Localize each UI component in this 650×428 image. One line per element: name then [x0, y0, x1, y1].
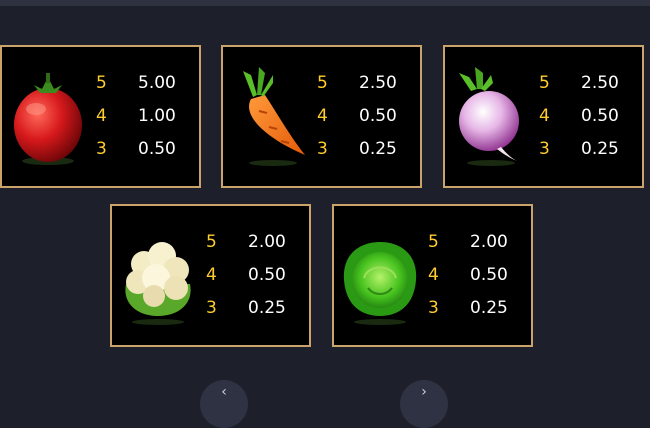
paytable-card-cauliflower: 5 2.00 4 0.50 3 0.25	[110, 204, 311, 347]
chevron-left-icon: ‹	[221, 384, 227, 400]
chevron-right-icon: ›	[421, 384, 427, 400]
paytable-card-turnip: 5 2.50 4 0.50 3 0.25	[443, 45, 644, 188]
paytable-card-carrot: 5 2.50 4 0.50 3 0.25	[221, 45, 422, 188]
symbol-count: 4	[206, 265, 217, 285]
symbol-count: 3	[96, 139, 107, 159]
payout-value: 0.50	[581, 106, 619, 126]
symbol-count: 3	[317, 139, 328, 159]
next-page-button[interactable]: ›	[400, 380, 448, 428]
symbol-count: 5	[317, 73, 328, 93]
paytable-card-cabbage: 5 2.00 4 0.50 3 0.25	[332, 204, 533, 347]
tomato-icon	[14, 73, 82, 165]
turnip-icon	[459, 67, 519, 166]
cauliflower-icon	[125, 242, 191, 325]
symbol-count: 4	[539, 106, 550, 126]
payout-value: 1.00	[138, 106, 176, 126]
payout-value: 0.25	[581, 139, 619, 159]
symbol-count: 3	[539, 139, 550, 159]
symbol-count: 3	[206, 298, 217, 318]
cabbage-icon	[343, 242, 417, 325]
paytable-card-tomato: 5 5.00 4 1.00 3 0.50	[0, 45, 201, 188]
payout-value: 2.50	[359, 73, 397, 93]
symbol-count: 5	[96, 73, 107, 93]
payout-value: 5.00	[138, 73, 176, 93]
payout-value: 0.50	[470, 265, 508, 285]
carrot-icon	[243, 67, 305, 166]
symbol-count: 4	[96, 106, 107, 126]
symbol-count: 5	[206, 232, 217, 252]
symbol-count: 5	[539, 73, 550, 93]
payout-value: 2.50	[581, 73, 619, 93]
symbol-count: 4	[428, 265, 439, 285]
symbol-count: 5	[428, 232, 439, 252]
previous-page-button[interactable]: ‹	[200, 380, 248, 428]
payout-value: 0.50	[138, 139, 176, 159]
top-bar	[0, 0, 650, 6]
symbol-count: 3	[428, 298, 439, 318]
payout-value: 2.00	[470, 232, 508, 252]
payout-value: 0.25	[470, 298, 508, 318]
payout-value: 0.50	[359, 106, 397, 126]
payout-value: 0.25	[359, 139, 397, 159]
payout-value: 0.25	[248, 298, 286, 318]
payout-value: 0.50	[248, 265, 286, 285]
payout-value: 2.00	[248, 232, 286, 252]
symbol-count: 4	[317, 106, 328, 126]
